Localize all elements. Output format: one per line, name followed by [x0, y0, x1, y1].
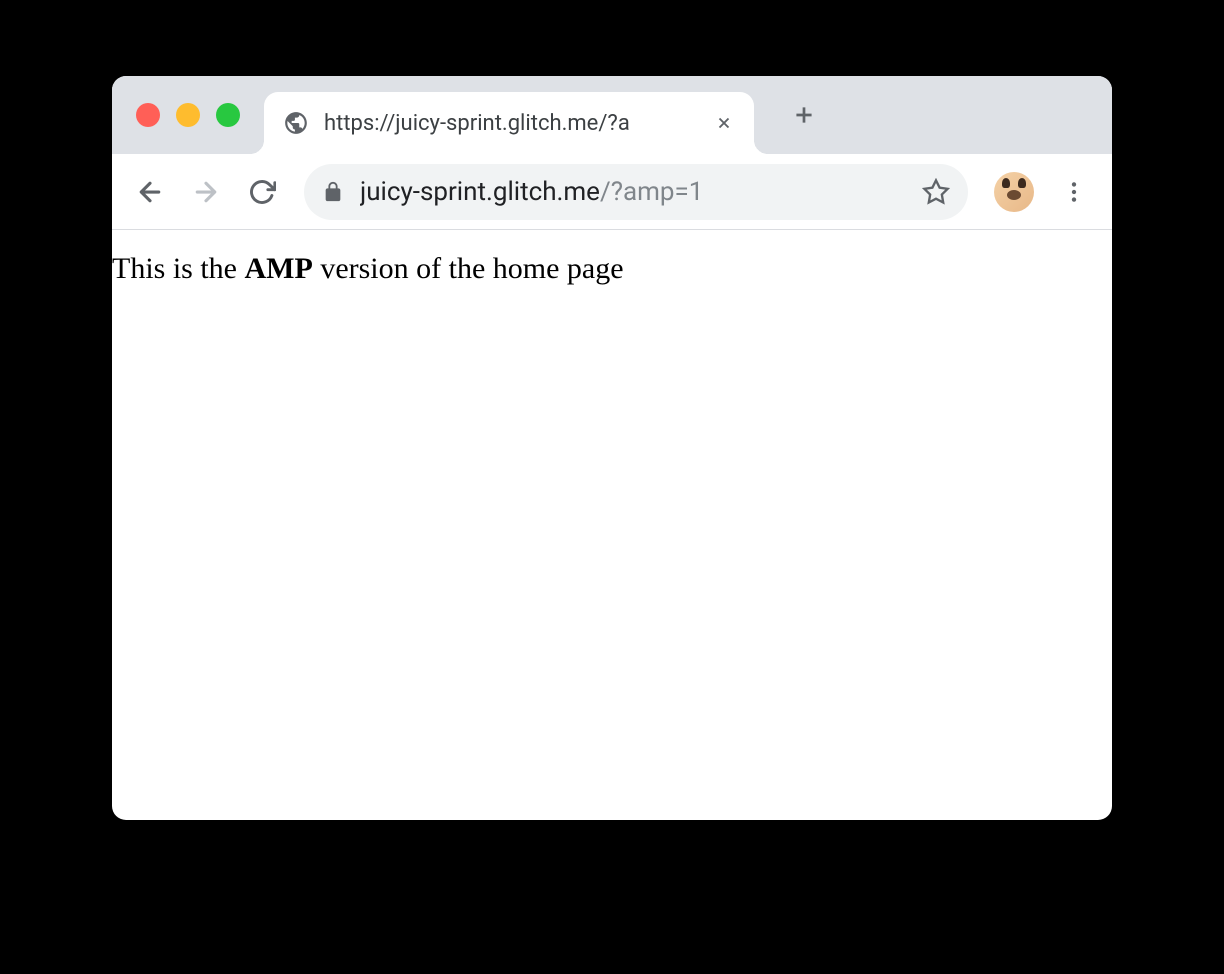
- page-text-after: version of the home page: [313, 252, 624, 285]
- lock-icon: [322, 181, 344, 203]
- globe-icon: [282, 109, 310, 137]
- url-text: juicy-sprint.glitch.me/?amp=1: [360, 177, 906, 207]
- new-tab-button[interactable]: [782, 93, 826, 137]
- close-window-button[interactable]: [136, 103, 160, 127]
- bookmark-star-icon[interactable]: [922, 178, 950, 206]
- reload-button[interactable]: [238, 168, 286, 216]
- menu-button[interactable]: [1050, 168, 1098, 216]
- browser-window: https://juicy-sprint.glitch.me/?a: [112, 76, 1112, 820]
- close-tab-button[interactable]: [712, 111, 736, 135]
- page-text-bold: AMP: [245, 252, 313, 285]
- url-query: /?amp=1: [600, 177, 703, 207]
- tab-title: https://juicy-sprint.glitch.me/?a: [324, 111, 698, 136]
- window-controls: [136, 103, 240, 127]
- toolbar: juicy-sprint.glitch.me/?amp=1: [112, 154, 1112, 230]
- page-content: This is the AMP version of the home page: [112, 230, 1112, 308]
- forward-button[interactable]: [182, 168, 230, 216]
- browser-tab[interactable]: https://juicy-sprint.glitch.me/?a: [264, 92, 754, 154]
- tab-strip: https://juicy-sprint.glitch.me/?a: [112, 76, 1112, 154]
- back-button[interactable]: [126, 168, 174, 216]
- minimize-window-button[interactable]: [176, 103, 200, 127]
- profile-avatar[interactable]: [994, 172, 1034, 212]
- page-text-before: This is the: [112, 252, 245, 285]
- maximize-window-button[interactable]: [216, 103, 240, 127]
- url-domain: juicy-sprint.glitch.me: [360, 177, 600, 207]
- address-bar[interactable]: juicy-sprint.glitch.me/?amp=1: [304, 164, 968, 220]
